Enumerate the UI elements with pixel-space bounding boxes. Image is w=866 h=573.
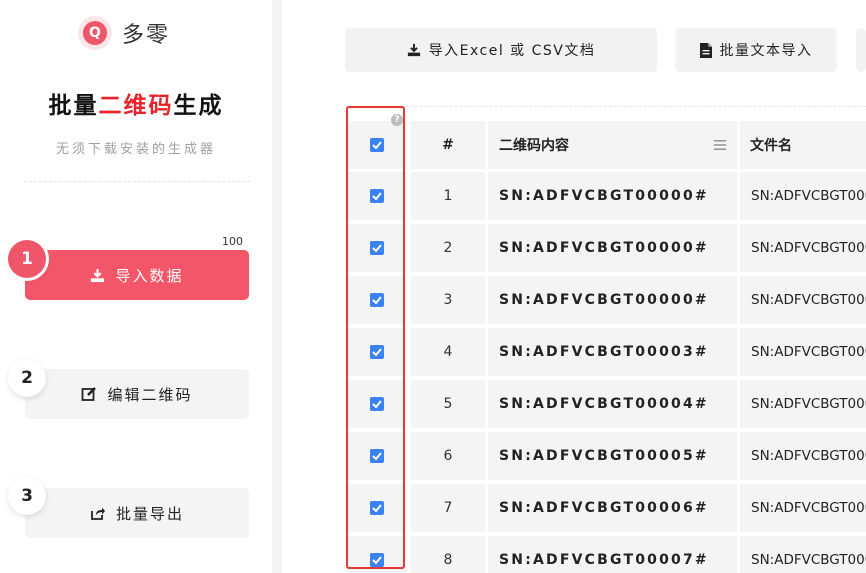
import-text-button[interactable]: 批量文本导入: [675, 28, 837, 72]
row-checkbox[interactable]: [370, 293, 384, 307]
edit-qrcode-button[interactable]: 编辑二维码: [25, 369, 249, 419]
row-checkbox[interactable]: [370, 397, 384, 411]
row-count: 100: [222, 235, 243, 248]
row-index: 6: [411, 432, 485, 480]
row-filename[interactable]: SN:ADFVCBGT00003#: [740, 328, 866, 376]
row-content[interactable]: SN:ADFVCBGT00004#: [488, 380, 737, 428]
logo-text: 多零: [122, 23, 171, 48]
logo[interactable]: Q 多零: [78, 16, 170, 50]
select-all-checkbox[interactable]: [370, 138, 384, 152]
import-data-label: 导入数据: [115, 266, 184, 285]
import-text-label: 批量文本导入: [719, 43, 813, 59]
row-checkbox-cell: [348, 224, 406, 272]
row-checkbox[interactable]: [370, 449, 384, 463]
download-icon: [407, 43, 420, 57]
logo-glyph: Q: [83, 21, 107, 45]
edit-icon: [82, 387, 97, 401]
batch-export-label: 批量导出: [115, 504, 184, 523]
row-content[interactable]: SN:ADFVCBGT00006#: [488, 484, 737, 532]
row-checkbox[interactable]: [370, 345, 384, 359]
section-divider: [345, 106, 866, 107]
title-part1: 批量: [48, 93, 99, 119]
header-content[interactable]: 二维码内容: [488, 121, 737, 169]
row-index: 2: [411, 224, 485, 272]
download-icon: [91, 268, 105, 282]
row-filename[interactable]: SN:ADFVCBGT00006#: [740, 484, 866, 532]
row-checkbox-cell: [348, 484, 406, 532]
step-number-1: 1: [8, 240, 46, 278]
row-checkbox-cell: [348, 172, 406, 220]
panel-gap: [272, 0, 282, 573]
row-content[interactable]: SN:ADFVCBGT00003#: [488, 328, 737, 376]
divider: [24, 181, 250, 182]
logo-icon: Q: [78, 16, 112, 50]
row-index: 7: [411, 484, 485, 532]
row-filename[interactable]: SN:ADFVCBGT00000#: [740, 276, 866, 324]
row-filename[interactable]: SN:ADFVCBGT00000#: [740, 172, 866, 220]
import-data-button[interactable]: 导入数据: [25, 250, 249, 300]
import-excel-label: 导入Excel 或 CSV文档: [428, 43, 596, 59]
row-checkbox-cell: [348, 328, 406, 376]
help-icon[interactable]: ?: [391, 114, 403, 126]
row-content[interactable]: SN:ADFVCBGT00007#: [488, 536, 737, 573]
row-checkbox-cell: [348, 380, 406, 428]
row-filename[interactable]: SN:ADFVCBGT00005#: [740, 432, 866, 480]
page-title: 批量二维码生成: [0, 86, 272, 120]
row-content[interactable]: SN:ADFVCBGT00000#: [488, 172, 737, 220]
row-checkbox[interactable]: [370, 553, 384, 567]
title-part2: 生成: [173, 93, 224, 119]
subtitle: 无须下载安装的生成器: [55, 142, 216, 157]
row-index: 8: [411, 536, 485, 573]
row-checkbox[interactable]: [370, 241, 384, 255]
row-content[interactable]: SN:ADFVCBGT00000#: [488, 276, 737, 324]
row-checkbox[interactable]: [370, 501, 384, 515]
column-menu-icon[interactable]: [714, 139, 726, 151]
row-filename[interactable]: SN:ADFVCBGT00004#: [740, 380, 866, 428]
row-checkbox-cell: [348, 536, 406, 573]
file-icon: [699, 42, 712, 58]
import-excel-button[interactable]: 导入Excel 或 CSV文档: [345, 28, 657, 72]
row-index: 3: [411, 276, 485, 324]
row-index: 5: [411, 380, 485, 428]
row-filename[interactable]: SN:ADFVCBGT00000#: [740, 224, 866, 272]
row-checkbox[interactable]: [370, 189, 384, 203]
row-index: 4: [411, 328, 485, 376]
share-icon: [91, 507, 105, 520]
step-number-3: 3: [8, 477, 46, 515]
row-content[interactable]: SN:ADFVCBGT00005#: [488, 432, 737, 480]
select-all-cell: [348, 121, 406, 169]
row-index: 1: [411, 172, 485, 220]
header-index[interactable]: #: [411, 121, 485, 169]
more-toolbar-button[interactable]: [856, 28, 866, 72]
row-checkbox-cell: [348, 432, 406, 480]
header-filename[interactable]: 文件名: [740, 121, 866, 169]
step-number-2: 2: [8, 359, 46, 397]
sidebar: Q 多零 批量二维码生成 无须下载安装的生成器 100 1 导入数据 2 编辑二…: [0, 0, 272, 573]
row-content[interactable]: SN:ADFVCBGT00000#: [488, 224, 737, 272]
edit-qrcode-label: 编辑二维码: [107, 385, 193, 404]
row-filename[interactable]: SN:ADFVCBGT00007#: [740, 536, 866, 573]
title-highlight: 二维码: [98, 93, 174, 119]
row-checkbox-cell: [348, 276, 406, 324]
batch-export-button[interactable]: 批量导出: [25, 488, 249, 538]
